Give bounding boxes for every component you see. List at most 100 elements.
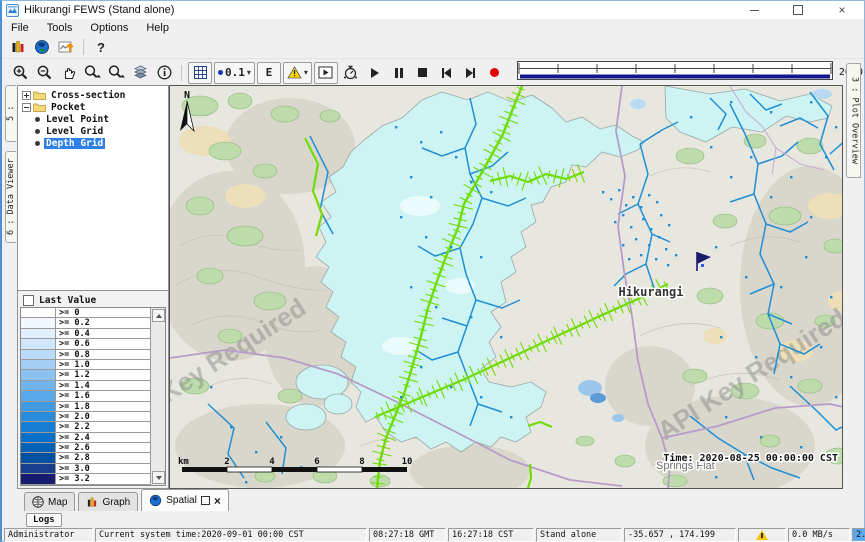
warning-dropdown[interactable]: ▾: [283, 62, 312, 84]
tree-item-cross-section[interactable]: Cross-section: [18, 89, 168, 101]
legend-panel: Last Value >= 0 >= 0.2 >= 0.4 >= 0.6 >= …: [17, 291, 169, 489]
status-gmt-time: 08:27:18 GMT: [369, 528, 446, 542]
status-transfer-rate: 0.0 MB/s: [788, 528, 850, 542]
status-user: Administrator: [4, 528, 93, 542]
timeline-track: [517, 61, 833, 80]
tab-forecast[interactable]: 5 : Forecast: [5, 85, 16, 142]
status-mode: Stand alone: [536, 528, 622, 542]
hand-icon: [60, 64, 77, 81]
zoom-next-button[interactable]: [105, 63, 127, 83]
label-display-button[interactable]: E: [257, 62, 281, 84]
maximize-button[interactable]: [776, 1, 820, 19]
tab-graph[interactable]: Graph: [78, 492, 138, 511]
scroll-up-icon[interactable]: [152, 309, 165, 322]
tree-item-level-point[interactable]: Level Point: [18, 113, 168, 125]
play-icon: [371, 68, 379, 78]
warning-icon: [756, 530, 768, 540]
scroll-down-icon[interactable]: [152, 471, 165, 484]
zoom-in-icon: [12, 64, 29, 81]
bullet-icon: [35, 117, 40, 122]
globe-icon: [32, 496, 44, 508]
bar-chart-icon: [86, 496, 98, 508]
last-value-label: Last Value: [39, 295, 96, 306]
legend-swatch: [21, 443, 56, 452]
legend-swatch: [21, 402, 56, 411]
info-button[interactable]: [153, 63, 175, 83]
legend-row: >= 1.6: [21, 391, 165, 401]
menu-file[interactable]: File: [2, 21, 38, 35]
logs-row: Logs: [4, 511, 863, 529]
menu-options[interactable]: Options: [81, 21, 137, 35]
legend-row: >= 1.2: [21, 370, 165, 380]
tree-item-pocket[interactable]: Pocket: [18, 101, 168, 113]
legend-swatch: [21, 308, 56, 317]
minimize-button[interactable]: [732, 1, 776, 19]
zoom-out-button[interactable]: [33, 63, 55, 83]
close-button[interactable]: ×: [820, 1, 864, 19]
legend-swatch: [21, 318, 56, 327]
contour-dropdown[interactable]: 0.1 ▾: [214, 62, 255, 84]
map-view[interactable]: API Key Required API Key Required Hikura…: [169, 85, 843, 489]
status-coordinates: -35.657 , 174.199: [624, 528, 736, 542]
tree-item-level-grid[interactable]: Level Grid: [18, 125, 168, 137]
tab-plot-overview[interactable]: 3 : Plot Overview: [846, 63, 861, 178]
timeseries-button[interactable]: [55, 37, 77, 57]
zoom-previous-button[interactable]: [81, 63, 103, 83]
animation-window-button[interactable]: [314, 62, 338, 84]
legend-scrollbar[interactable]: [150, 308, 165, 485]
maximize-panel-icon[interactable]: [201, 496, 210, 505]
legend-swatch: [21, 360, 56, 369]
tab-spatial[interactable]: Spatial ×: [141, 489, 229, 511]
legend-row: >= 3.0: [21, 464, 165, 474]
layers-button[interactable]: [129, 63, 151, 83]
tab-map[interactable]: Map: [24, 492, 75, 511]
zoom-previous-icon: [83, 64, 102, 81]
step-back-button[interactable]: [436, 63, 458, 83]
menu-help[interactable]: Help: [137, 21, 178, 35]
animation-settings-button[interactable]: [340, 63, 362, 83]
chevron-down-icon: ▾: [247, 68, 251, 77]
tree-item-depth-grid[interactable]: Depth Grid: [18, 137, 168, 149]
close-panel-icon[interactable]: ×: [214, 496, 221, 506]
legend-row: >= 2.2: [21, 422, 165, 432]
legend-swatch: [21, 474, 56, 483]
collapse-minus-icon[interactable]: [22, 103, 31, 112]
help-button[interactable]: ?: [90, 37, 112, 57]
status-warning-cell[interactable]: [738, 528, 786, 542]
layers-icon: [132, 64, 149, 81]
tab-data-viewer[interactable]: 6 : Data Viewer: [5, 151, 16, 243]
zoom-in-button[interactable]: [9, 63, 31, 83]
legend-row: >= 1.4: [21, 381, 165, 391]
legend-swatch: [21, 381, 56, 390]
folder-open-icon: [33, 102, 46, 112]
legend-swatch: [21, 339, 56, 348]
play-button[interactable]: [364, 63, 386, 83]
spatial-display-button[interactable]: [31, 37, 53, 57]
step-forward-button[interactable]: [460, 63, 482, 83]
legend-swatch: [21, 422, 56, 431]
town-label: Hikurangi: [618, 285, 683, 299]
legend-swatch: [21, 329, 56, 338]
legend-row: >= 0.2: [21, 318, 165, 328]
legend-row: >= 1.0: [21, 360, 165, 370]
statusbar: Administrator Current system time:2020-0…: [4, 528, 863, 542]
record-button[interactable]: [484, 63, 506, 83]
explorer-button[interactable]: [7, 37, 29, 57]
layer-tree: Cross-section Pocket Level Point: [17, 85, 169, 291]
pause-button[interactable]: [388, 63, 410, 83]
last-value-checkbox[interactable]: [23, 295, 34, 306]
right-tab-strip: 3 : Plot Overview: [843, 85, 863, 489]
map-time-label: Time: 2020-08-25 00:00:00 CST: [663, 452, 838, 464]
legend-row: >= 0: [21, 308, 165, 318]
svg-text:2: 2: [224, 457, 229, 467]
legend-swatch: [21, 464, 56, 473]
grid-display-button[interactable]: [188, 62, 212, 84]
expand-plus-icon[interactable]: [22, 91, 31, 100]
folder-icon: [33, 90, 46, 100]
logs-tab[interactable]: Logs: [26, 513, 62, 527]
legend-row: >= 2.0: [21, 412, 165, 422]
menu-tools[interactable]: Tools: [38, 21, 82, 35]
time-slider[interactable]: [517, 61, 833, 85]
pan-button[interactable]: [57, 63, 79, 83]
stop-button[interactable]: [412, 63, 434, 83]
